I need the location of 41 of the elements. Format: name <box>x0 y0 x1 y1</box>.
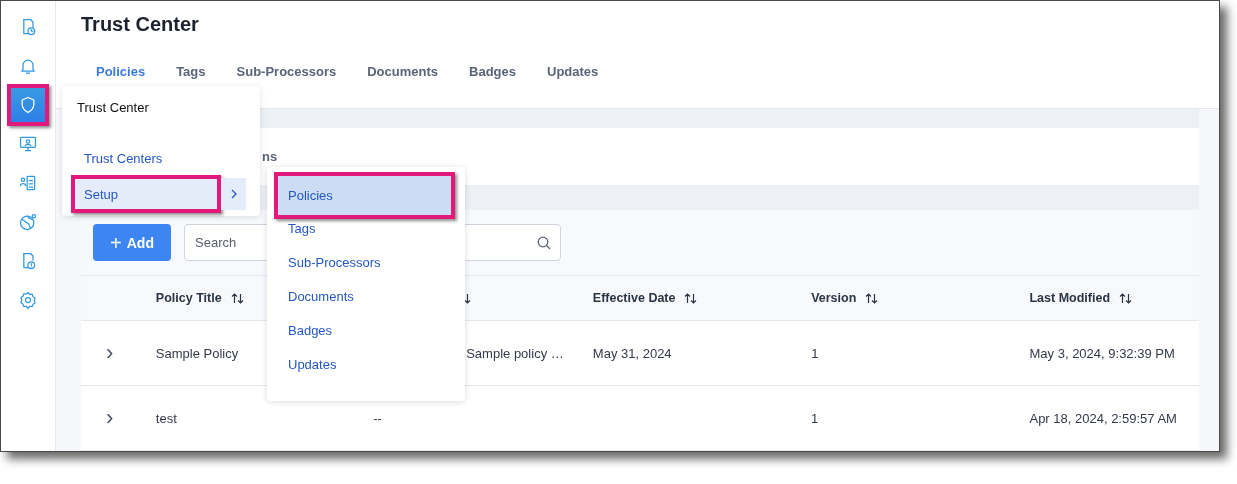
sort-icon[interactable] <box>1119 291 1133 305</box>
table-cell: test <box>155 410 177 426</box>
menu-item[interactable]: Documents <box>274 279 455 313</box>
column-header[interactable]: Policy Title <box>155 291 222 305</box>
globe-icon <box>18 211 38 232</box>
section-heading: ns <box>262 149 278 164</box>
table-cell: 1 <box>811 410 819 426</box>
table-cell: Apr 18, 2024, 2:59:57 AM <box>1029 410 1177 426</box>
expand-icon[interactable]: › <box>106 342 114 364</box>
tab[interactable]: Policies <box>96 60 146 83</box>
page-title: Trust Center <box>81 12 200 36</box>
table-cell: -- <box>373 410 382 426</box>
sidebar-button[interactable] <box>7 84 49 126</box>
plus-icon: + <box>110 232 122 253</box>
table-cell: 1 <box>811 345 819 361</box>
sort-icon[interactable] <box>684 291 698 305</box>
sort-icon[interactable] <box>865 291 879 305</box>
menu-item[interactable]: Policies <box>274 172 455 219</box>
tab[interactable]: Tags <box>176 60 206 83</box>
tab[interactable]: Updates <box>547 60 599 83</box>
column-header[interactable]: Effective Date <box>592 291 676 305</box>
settings-icon <box>18 289 38 310</box>
search-icon <box>537 236 551 250</box>
tab[interactable]: Sub-Processors <box>236 60 337 83</box>
table-cell: May 3, 2024, 9:32:39 PM <box>1029 345 1175 361</box>
table-cell: May 31, 2024 <box>592 345 672 361</box>
sort-icon[interactable] <box>230 291 244 305</box>
tab[interactable]: Badges <box>469 60 516 83</box>
column-header[interactable]: Last Modified <box>1029 291 1111 305</box>
column-header[interactable]: Version <box>811 291 857 305</box>
expand-icon[interactable]: › <box>106 407 114 429</box>
menu-item[interactable]: Updates <box>274 347 455 381</box>
table-cell: Sample policy … <box>466 345 564 361</box>
menu-item[interactable]: Trust Centers <box>71 144 221 172</box>
menu-item[interactable]: Sub-Processors <box>274 245 455 279</box>
add-button[interactable]: + Add <box>93 224 171 261</box>
menu-heading: Trust Center <box>76 100 150 117</box>
table-cell: Sample Policy <box>155 345 239 361</box>
menu-item[interactable]: Badges <box>274 313 455 347</box>
menu-item[interactable]: Setup <box>71 175 221 213</box>
tab[interactable]: Documents <box>367 60 439 83</box>
